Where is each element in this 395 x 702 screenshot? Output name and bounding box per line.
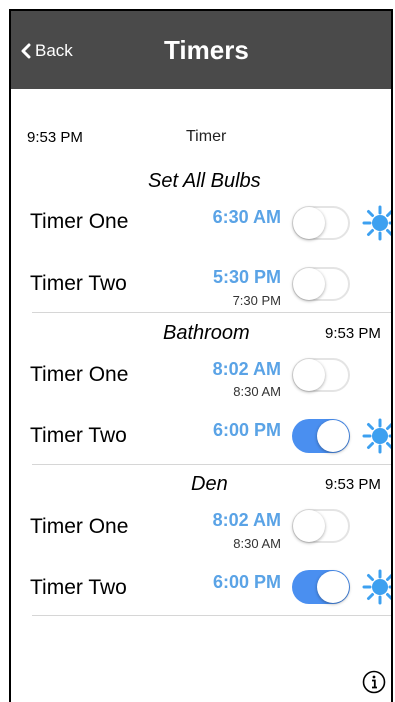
back-button[interactable]: Back bbox=[21, 41, 73, 61]
section-divider bbox=[32, 464, 391, 465]
navigation-bar: Back Timers bbox=[11, 11, 391, 89]
timer-one-toggle[interactable] bbox=[292, 358, 350, 392]
timer-one-time[interactable]: 8:02 AM bbox=[171, 510, 281, 531]
timer-one-toggle[interactable] bbox=[292, 206, 350, 240]
section-divider bbox=[32, 615, 391, 616]
sun-icon bbox=[362, 205, 391, 241]
timer-one-label: Timer One bbox=[30, 210, 129, 233]
group-title-den: Den bbox=[191, 473, 228, 495]
toggle-knob bbox=[293, 268, 325, 300]
section-divider bbox=[32, 312, 391, 313]
toggle-knob bbox=[317, 420, 349, 452]
chevron-left-icon bbox=[21, 43, 31, 59]
toggle-knob bbox=[293, 510, 325, 542]
timer-two-end-time: 7:30 PM bbox=[232, 293, 281, 308]
timer-one-label: Timer One bbox=[30, 515, 129, 538]
current-time: 9:53 PM bbox=[27, 129, 83, 146]
timer-two-label: Timer Two bbox=[30, 576, 127, 599]
info-icon[interactable] bbox=[362, 670, 386, 694]
group-clock: 9:53 PM bbox=[325, 476, 381, 493]
timer-one-toggle[interactable] bbox=[292, 509, 350, 543]
sun-icon bbox=[362, 569, 391, 605]
timer-two-label: Timer Two bbox=[30, 272, 127, 295]
back-label: Back bbox=[35, 41, 73, 60]
timer-one-end-time: 8:30 AM bbox=[233, 384, 281, 399]
timer-one-end-time: 8:30 AM bbox=[233, 536, 281, 551]
toggle-knob bbox=[293, 359, 325, 391]
timer-two-time[interactable]: 6:00 PM bbox=[171, 420, 281, 441]
timer-two-toggle[interactable] bbox=[292, 570, 350, 604]
toggle-knob bbox=[293, 207, 325, 239]
timer-two-time[interactable]: 6:00 PM bbox=[171, 572, 281, 593]
timer-column-label: Timer bbox=[186, 128, 227, 145]
group-clock: 9:53 PM bbox=[325, 325, 381, 342]
group-title-set-all-bulbs: Set All Bulbs bbox=[148, 170, 261, 192]
timer-two-time[interactable]: 5:30 PM bbox=[171, 267, 281, 288]
toggle-knob bbox=[317, 571, 349, 603]
timer-two-toggle[interactable] bbox=[292, 267, 350, 301]
sun-icon bbox=[362, 418, 391, 454]
timer-two-toggle[interactable] bbox=[292, 419, 350, 453]
timer-two-label: Timer Two bbox=[30, 424, 127, 447]
page-title: Timers bbox=[164, 35, 249, 65]
timer-one-time[interactable]: 8:02 AM bbox=[171, 359, 281, 380]
app-screen: Back Timers 9:53 PM Timer Set All Bulbs … bbox=[9, 9, 393, 702]
timer-one-label: Timer One bbox=[30, 363, 129, 386]
timer-one-time[interactable]: 6:30 AM bbox=[171, 207, 281, 228]
group-title-bathroom: Bathroom bbox=[163, 322, 250, 344]
